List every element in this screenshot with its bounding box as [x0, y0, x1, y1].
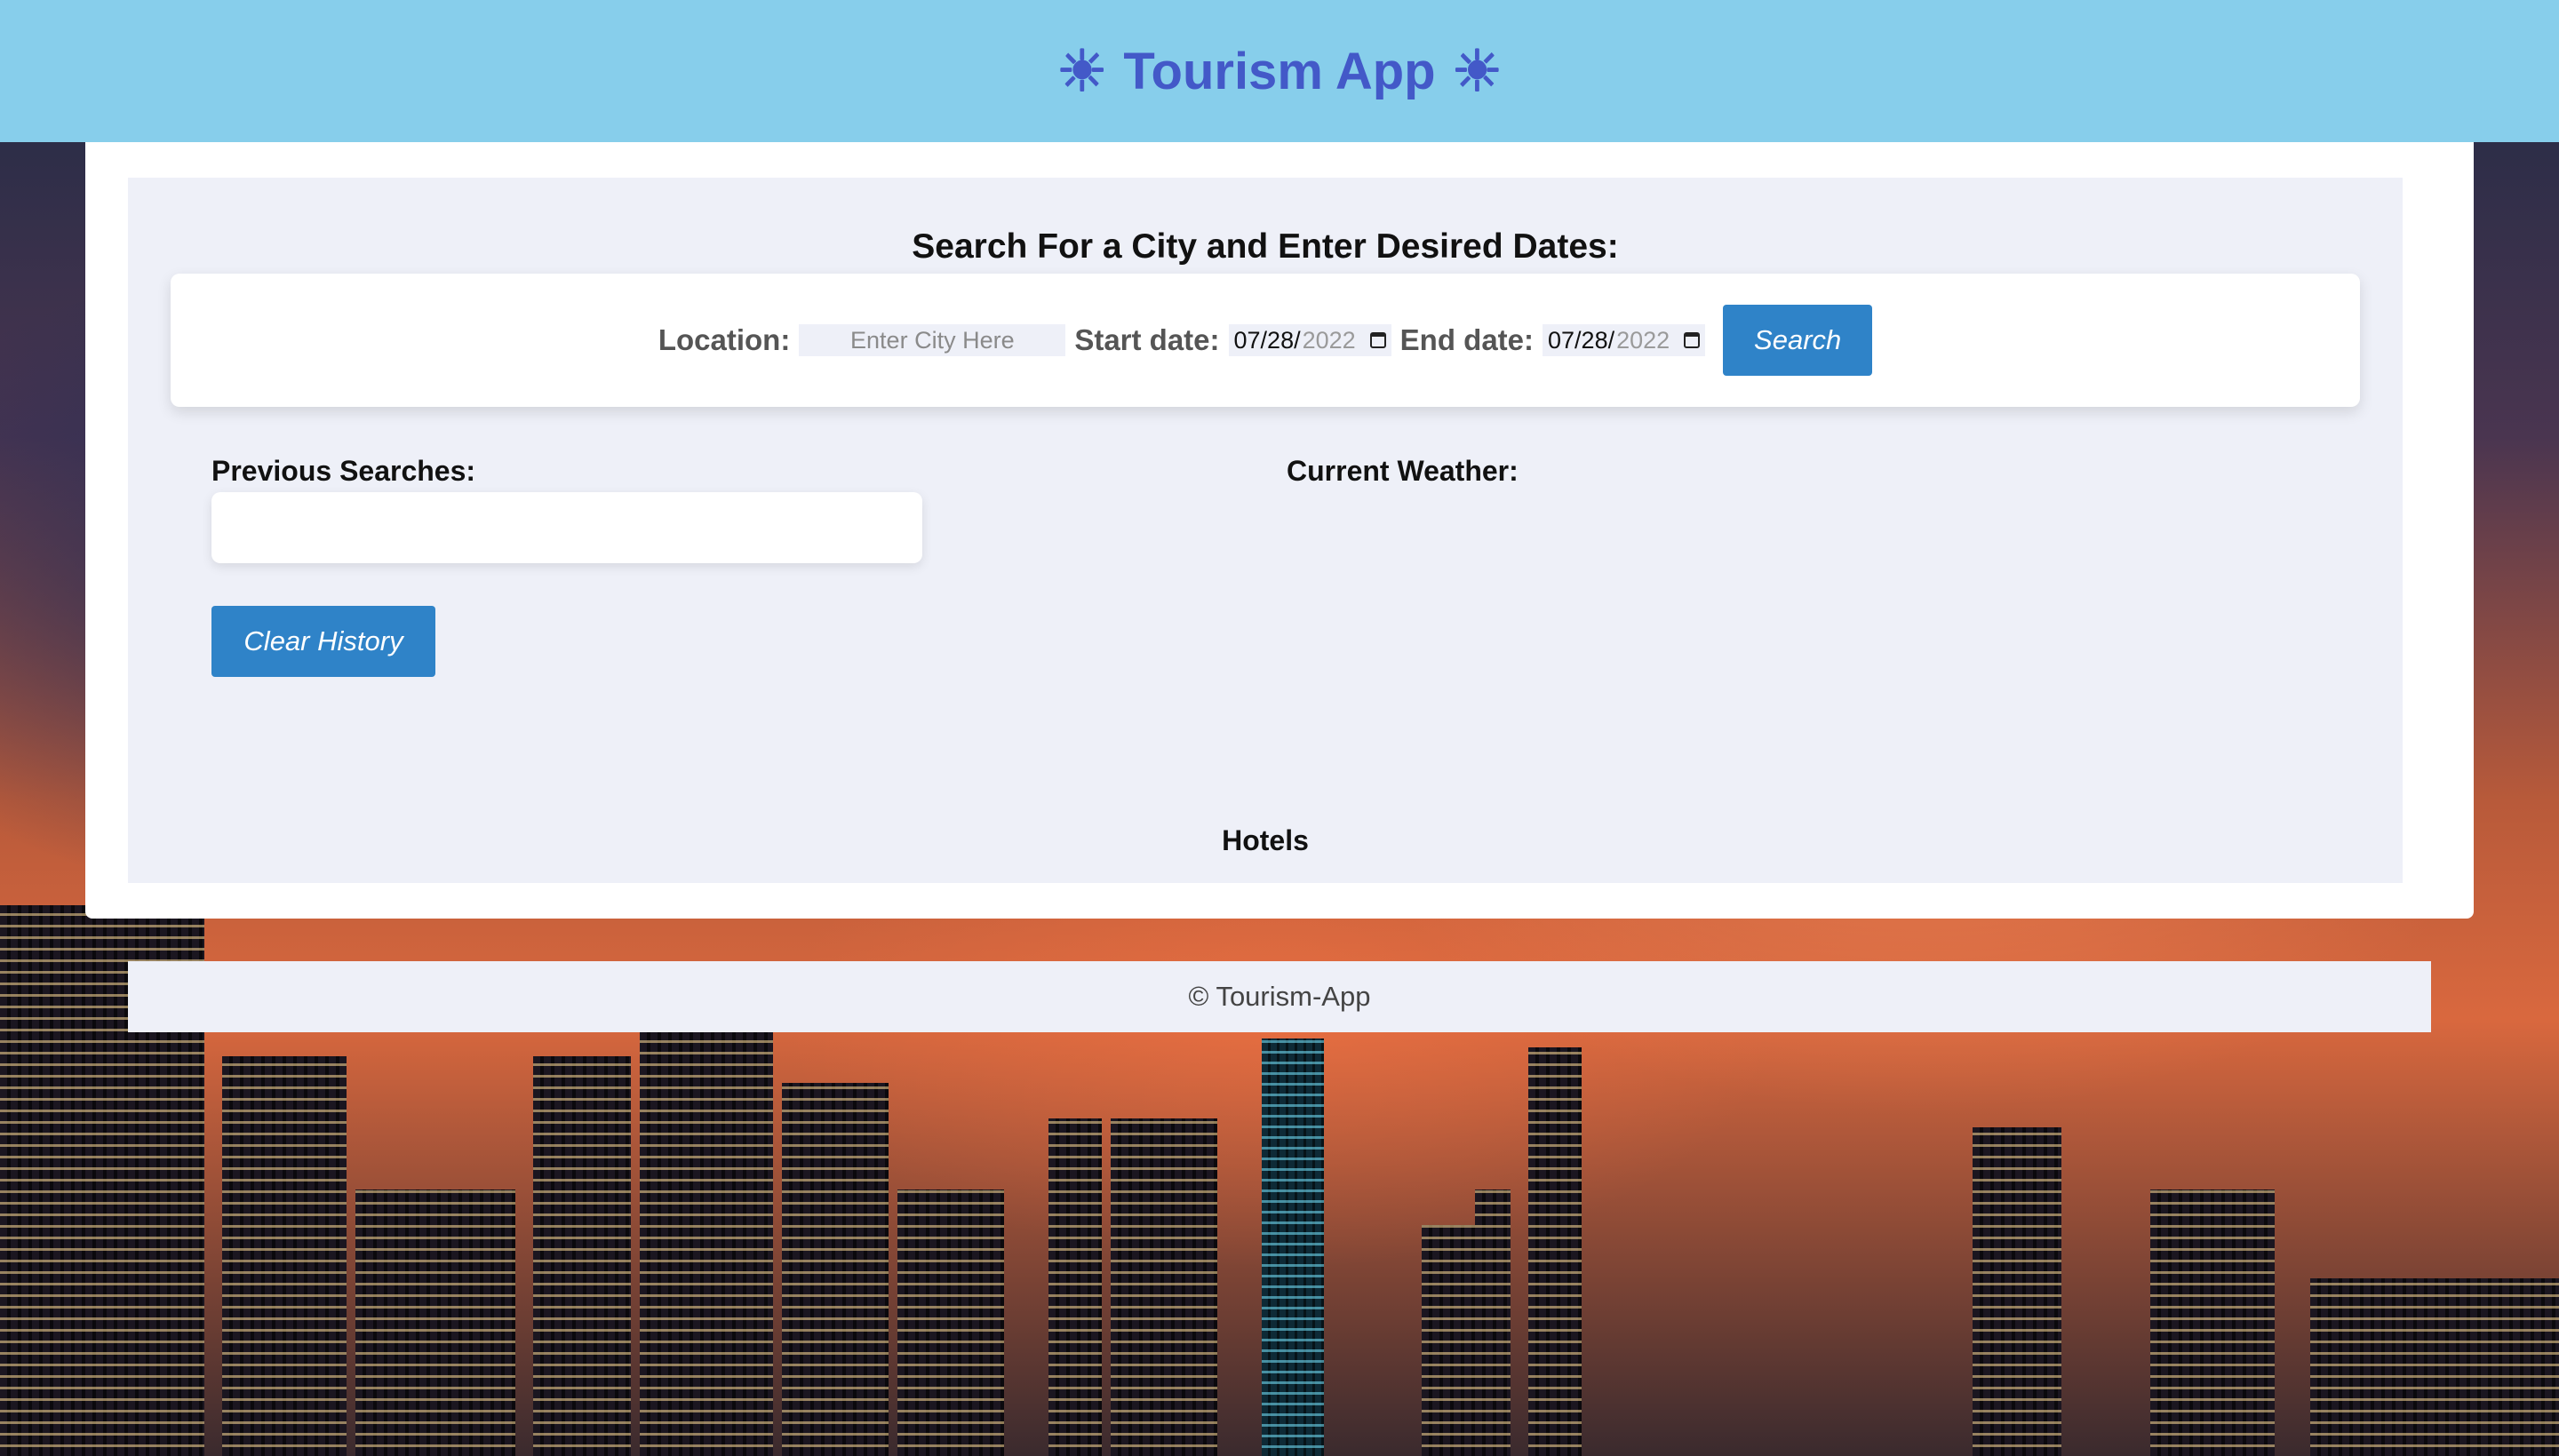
main-card: Search For a City and Enter Desired Date…	[85, 142, 2474, 919]
search-heading: Search For a City and Enter Desired Date…	[912, 227, 1619, 266]
search-button[interactable]: Search	[1723, 305, 1873, 376]
previous-searches-list	[211, 492, 922, 563]
start-date-input[interactable]: 07/28/2022	[1228, 324, 1391, 356]
end-date-label: End date:	[1399, 323, 1535, 356]
hotels-heading: Hotels	[1222, 824, 1309, 856]
current-weather-heading: Current Weather:	[1287, 455, 1519, 487]
location-input[interactable]	[799, 324, 1066, 356]
app-header: ☀ Tourism App ☀	[0, 0, 2559, 142]
calendar-icon[interactable]	[1369, 332, 1386, 348]
start-date-month-day: 07/28/	[1233, 326, 1301, 354]
clear-history-button[interactable]: Clear History	[211, 606, 435, 677]
page-footer: © Tourism-App	[128, 961, 2431, 1032]
sun-icon: ☀	[1451, 38, 1503, 103]
location-label: Location:	[658, 323, 791, 356]
end-date-year: 2022	[1616, 326, 1670, 354]
app-title-text: Tourism App	[1123, 42, 1436, 100]
sun-icon: ☀	[1056, 38, 1108, 103]
start-date-year: 2022	[1302, 326, 1356, 354]
calendar-icon[interactable]	[1684, 332, 1701, 348]
start-date-label: Start date:	[1074, 323, 1220, 356]
content-panel: Search For a City and Enter Desired Date…	[128, 178, 2403, 883]
end-date-month-day: 07/28/	[1548, 326, 1615, 354]
previous-searches-heading: Previous Searches:	[211, 455, 476, 487]
search-form: Location: Start date: 07/28/2022 End dat…	[171, 274, 2360, 407]
app-title: ☀ Tourism App ☀	[1056, 38, 1503, 105]
footer-text: © Tourism-App	[1188, 981, 1371, 1012]
end-date-input[interactable]: 07/28/2022	[1543, 324, 1706, 356]
